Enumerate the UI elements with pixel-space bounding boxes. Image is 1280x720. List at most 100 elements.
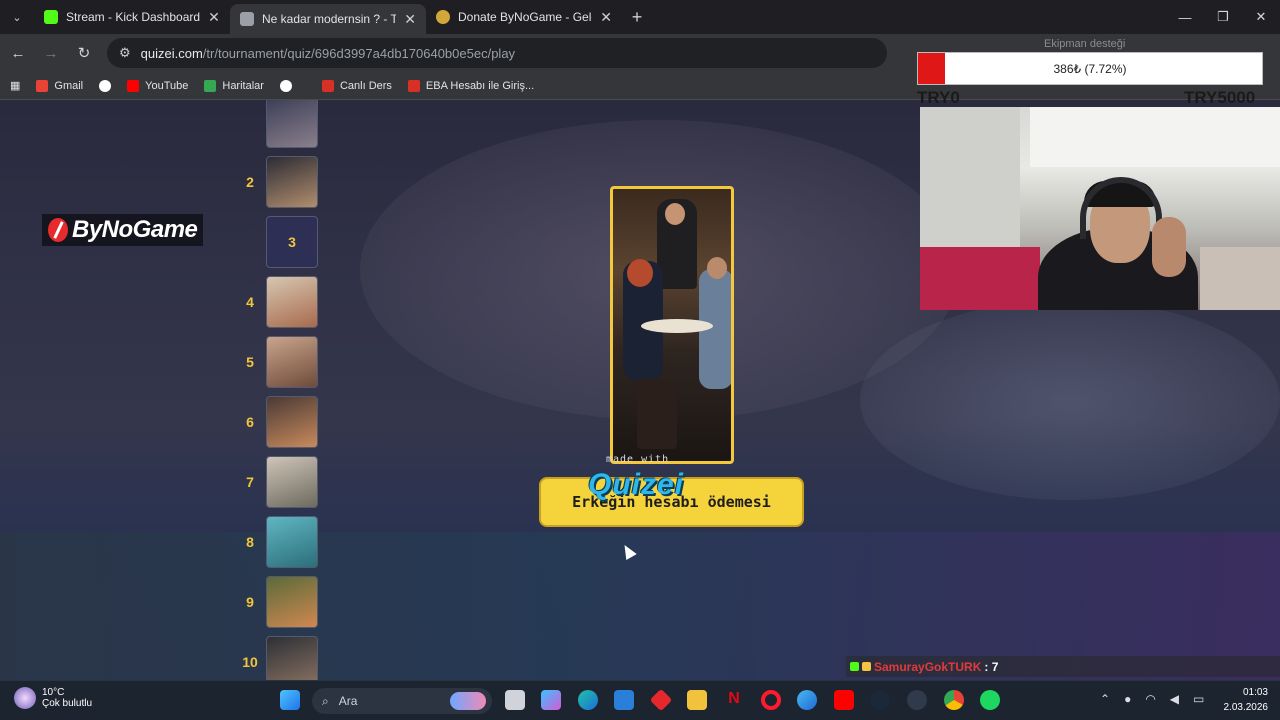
rank-row: 6	[236, 396, 326, 452]
copilot-icon[interactable]	[541, 690, 561, 710]
url-host: quizei.com	[140, 45, 203, 61]
tab-title: Ne kadar modernsin ? - Tier Lis	[262, 12, 397, 26]
rank-row: 2	[236, 156, 326, 212]
globe-icon	[279, 79, 292, 92]
tab-search-button[interactable]: ⌄	[0, 0, 34, 34]
bookmark-globe[interactable]	[91, 79, 119, 92]
clock-time: 01:03	[1242, 687, 1268, 698]
steam-icon[interactable]	[870, 690, 890, 710]
rank-thumbnail[interactable]	[266, 636, 318, 680]
tab-bynogame-donate[interactable]: Donate ByNoGame - Gelen/Gid ✕	[426, 0, 622, 34]
donation-goal-title: Ekipman desteği	[1044, 38, 1126, 50]
eba-icon	[321, 79, 334, 92]
opera-icon[interactable]	[761, 690, 781, 710]
tab-quizei[interactable]: Ne kadar modernsin ? - Tier Lis ✕	[230, 4, 426, 34]
donation-progress-bar: 386₺ (7.72%)	[917, 52, 1263, 85]
rank-thumbnail[interactable]	[266, 156, 318, 208]
rank-thumbnail[interactable]	[266, 516, 318, 568]
close-icon[interactable]: ✕	[404, 11, 416, 28]
taskbar-search[interactable]: ⌕ Ara	[312, 688, 492, 714]
restore-icon[interactable]: ❐	[1204, 0, 1242, 34]
close-icon[interactable]: ✕	[600, 9, 612, 26]
system-tray: ⌃ ● ◠ ◀ ▭	[1100, 692, 1204, 706]
netflix-icon[interactable]: N	[724, 690, 744, 710]
url-path: /tr/tournament/quiz/696d3997a4db170640b0…	[202, 45, 516, 61]
chevron-up-icon[interactable]: ⌃	[1100, 692, 1110, 706]
youtube-icon	[127, 79, 140, 92]
search-icon: ⌕	[322, 693, 329, 708]
rank-thumbnail[interactable]	[266, 456, 318, 508]
donation-min-label: TRY0	[917, 88, 960, 107]
rank-row: 8	[236, 516, 326, 572]
edge-icon[interactable]	[578, 690, 598, 710]
rank-number: 2	[246, 174, 254, 190]
crown-icon	[862, 662, 871, 671]
rank-thumbnail[interactable]	[266, 396, 318, 448]
forward-icon[interactable]: →	[36, 38, 66, 68]
quizei-logo: Quizei	[588, 468, 685, 501]
site-info-icon[interactable]: ⚙	[119, 45, 131, 61]
apps-icon[interactable]: ▦	[0, 79, 28, 92]
app-settings-icon[interactable]	[907, 690, 927, 710]
bookmark-eba[interactable]: EBA Hesabı ile Giriş...	[400, 79, 542, 92]
rank-empty-slot[interactable]: 3	[266, 216, 318, 268]
volume-icon[interactable]: ◀	[1170, 692, 1179, 706]
bynogame-logo-icon	[48, 218, 68, 242]
tab-kick-dashboard[interactable]: Stream - Kick Dashboard ✕	[34, 0, 230, 34]
close-window-icon[interactable]: ✕	[1242, 0, 1280, 34]
donation-max-label: TRY5000	[1184, 88, 1256, 107]
badge-icon	[850, 662, 859, 671]
rank-thumbnail[interactable]	[266, 100, 318, 148]
rank-row: 10	[236, 636, 326, 680]
close-icon[interactable]: ✕	[208, 9, 220, 26]
microphone-icon[interactable]: ●	[1124, 692, 1131, 706]
reload-icon[interactable]: ↻	[69, 38, 99, 68]
weather-condition: Çok bulutlu	[42, 698, 93, 709]
rank-number: 6	[246, 414, 254, 430]
app-red-diamond-icon[interactable]	[649, 688, 673, 712]
bookmark-gmail[interactable]: Gmail	[28, 79, 91, 92]
donation-progress-text: 386₺ (7.72%)	[1053, 62, 1127, 76]
bynogame-logo: ByNoGame	[42, 214, 204, 246]
rank-thumbnail[interactable]	[266, 276, 318, 328]
globe-icon	[99, 79, 112, 92]
gmail-icon	[36, 79, 49, 92]
image-woman-head	[627, 259, 653, 287]
bookmark-globe-2[interactable]	[272, 79, 300, 92]
bookmark-canli-ders[interactable]: Canlı Ders	[314, 79, 400, 92]
bookmark-maps[interactable]: Haritalar	[196, 79, 272, 92]
rank-number: 10	[242, 654, 258, 670]
browser-app-icon[interactable]	[797, 690, 817, 710]
wifi-icon[interactable]: ◠	[1145, 692, 1155, 706]
weather-widget[interactable]: 10°C Çok bulutlu	[14, 687, 92, 709]
webcam-shelf	[1200, 247, 1280, 310]
weather-temp: 10°C	[42, 687, 65, 698]
clock[interactable]: 01:03 2.03.2026	[1224, 685, 1269, 715]
image-waiter-head	[665, 203, 685, 225]
minimize-icon[interactable]: —	[1166, 0, 1204, 34]
rank-row: 3	[236, 216, 326, 272]
webcam-ceiling	[1030, 107, 1280, 167]
bookmark-youtube[interactable]: YouTube	[119, 79, 196, 92]
rank-thumbnail[interactable]	[266, 336, 318, 388]
rank-number: 8	[246, 534, 254, 550]
task-view-icon[interactable]	[505, 690, 525, 710]
new-tab-button[interactable]: +	[622, 7, 652, 28]
candidate-image-card[interactable]	[610, 186, 734, 464]
back-icon[interactable]: ←	[3, 38, 33, 68]
clock-date: 2.03.2026	[1223, 702, 1269, 713]
spotify-icon[interactable]	[980, 690, 1000, 710]
youtube-app-icon[interactable]	[834, 690, 854, 710]
quizei-favicon-icon	[240, 12, 254, 26]
store-icon[interactable]	[614, 690, 634, 710]
weather-icon	[14, 687, 36, 709]
windows-start-icon[interactable]	[280, 690, 300, 710]
address-bar[interactable]: ⚙ quizei.com/tr/tournament/quiz/696d3997…	[107, 38, 887, 68]
rank-row: 9	[236, 576, 326, 632]
rank-thumbnail[interactable]	[266, 576, 318, 628]
battery-icon[interactable]: ▭	[1193, 692, 1204, 706]
rank-row	[236, 100, 326, 152]
chrome-icon[interactable]	[944, 690, 964, 710]
image-table	[641, 319, 713, 333]
file-explorer-icon[interactable]	[687, 690, 707, 710]
